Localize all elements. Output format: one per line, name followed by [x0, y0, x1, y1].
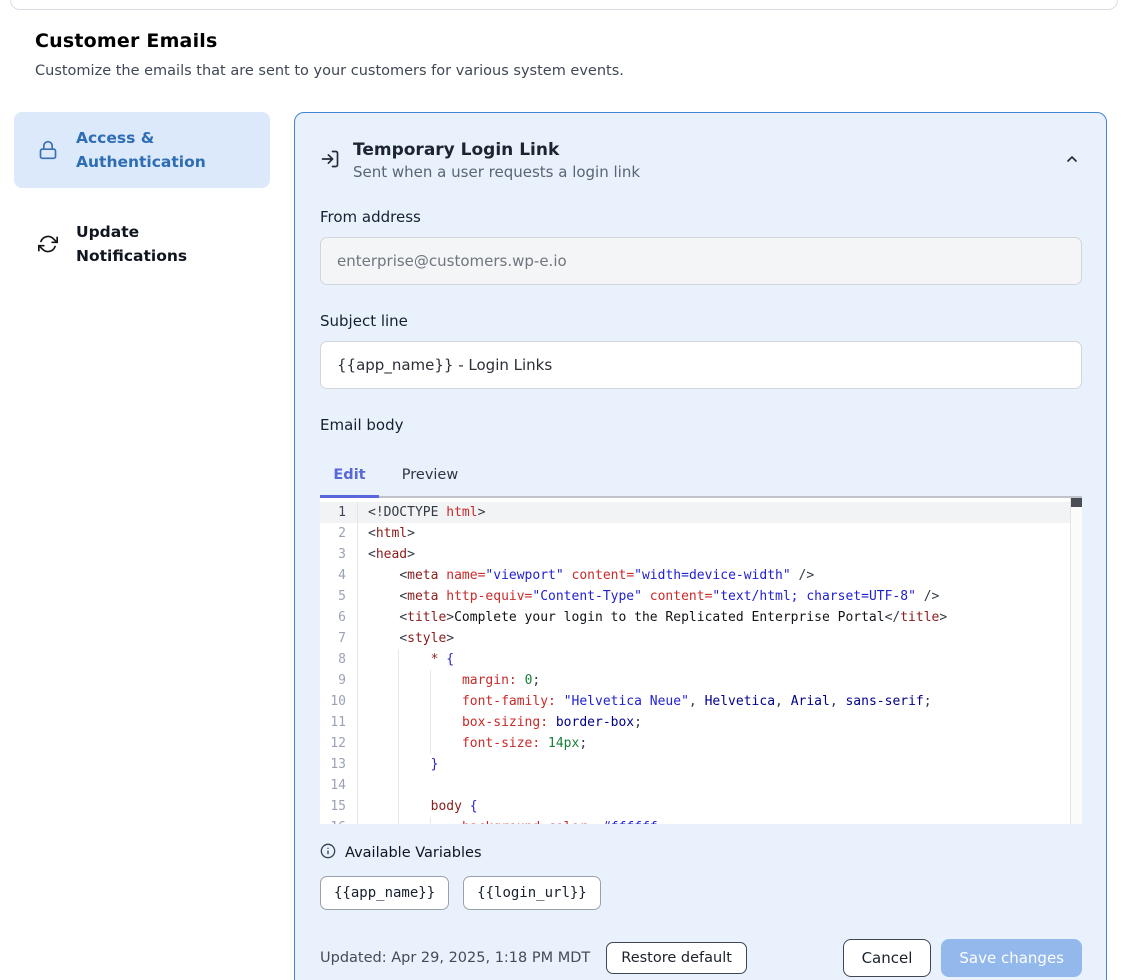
updated-timestamp: Updated: Apr 29, 2025, 1:18 PM MDT: [320, 950, 590, 966]
cancel-button[interactable]: Cancel: [843, 939, 932, 977]
code-line[interactable]: 11 box-sizing: border-box;: [320, 712, 1082, 733]
tab-preview[interactable]: Preview: [392, 458, 468, 496]
available-variables-header: Available Variables: [320, 843, 1082, 863]
email-settings-panel: Temporary Login Link Sent when a user re…: [294, 112, 1107, 980]
panel-subtitle: Sent when a user requests a login link: [353, 163, 1049, 181]
line-number: 15: [320, 796, 358, 817]
code-line[interactable]: 10 font-family: "Helvetica Neue", Helvet…: [320, 691, 1082, 712]
tab-edit[interactable]: Edit: [320, 458, 379, 496]
subject-line-label: Subject line: [320, 312, 1082, 330]
login-icon: [320, 149, 340, 173]
code-line-content: font-size: 14px;: [358, 733, 1082, 754]
code-line[interactable]: 7 <style>: [320, 628, 1082, 649]
from-address-input[interactable]: [320, 237, 1082, 285]
line-number: 6: [320, 607, 358, 628]
page-title: Customer Emails: [35, 30, 1093, 52]
code-line[interactable]: 9 margin: 0;: [320, 670, 1082, 691]
code-line[interactable]: 12 font-size: 14px;: [320, 733, 1082, 754]
from-address-label: From address: [320, 208, 1082, 226]
available-variables-label: Available Variables: [345, 845, 482, 861]
code-line-content: background-color: #ffffff;: [358, 817, 1082, 824]
sidebar-item-access-authentication[interactable]: Access & Authentication: [14, 112, 270, 188]
line-number: 10: [320, 691, 358, 712]
code-line[interactable]: 3<head>: [320, 544, 1082, 565]
sidebar-item-label: Update Notifications: [76, 220, 252, 268]
email-body-label: Email body: [320, 416, 1082, 434]
code-line-content: * {: [358, 649, 1082, 670]
page-subtitle: Customize the emails that are sent to yo…: [35, 63, 1093, 79]
panel-header: Temporary Login Link Sent when a user re…: [320, 140, 1082, 181]
content-area: Access & Authentication Update Notificat…: [0, 112, 1128, 980]
code-line[interactable]: 15 body {: [320, 796, 1082, 817]
code-line[interactable]: 8 * {: [320, 649, 1082, 670]
line-number: 1: [320, 502, 358, 523]
code-line-content: }: [358, 754, 1082, 775]
chevron-up-icon: [1064, 155, 1080, 170]
editor-scrollbar-thumb[interactable]: [1071, 498, 1082, 507]
line-number: 12: [320, 733, 358, 754]
code-line-content: body {: [358, 796, 1082, 817]
code-line[interactable]: 14: [320, 775, 1082, 796]
line-number: 4: [320, 565, 358, 586]
line-number: 8: [320, 649, 358, 670]
line-number: 14: [320, 775, 358, 796]
panel-title: Temporary Login Link: [353, 140, 1049, 160]
subject-line-input[interactable]: [320, 341, 1082, 389]
panel-footer: Updated: Apr 29, 2025, 1:18 PM MDT Resto…: [320, 939, 1082, 977]
code-line[interactable]: 13 }: [320, 754, 1082, 775]
line-number: 2: [320, 523, 358, 544]
code-line[interactable]: 4 <meta name="viewport" content="width=d…: [320, 565, 1082, 586]
sidebar-item-update-notifications[interactable]: Update Notifications: [14, 206, 270, 282]
line-number: 11: [320, 712, 358, 733]
collapse-button[interactable]: [1062, 149, 1082, 172]
code-line-content: <meta http-equiv="Content-Type" content=…: [358, 586, 1082, 607]
code-line-content: [358, 775, 1082, 796]
code-line-content: <meta name="viewport" content="width=dev…: [358, 565, 1082, 586]
page-header: Customer Emails Customize the emails tha…: [0, 0, 1128, 79]
variable-chip-login-url[interactable]: {{login_url}}: [463, 876, 601, 910]
line-number: 3: [320, 544, 358, 565]
code-line-content: margin: 0;: [358, 670, 1082, 691]
sidebar-item-label: Access & Authentication: [76, 126, 252, 174]
code-line[interactable]: 1<!DOCTYPE html>: [320, 502, 1082, 523]
line-number: 13: [320, 754, 358, 775]
code-line-content: font-family: "Helvetica Neue", Helvetica…: [358, 691, 1082, 712]
code-line-content: box-sizing: border-box;: [358, 712, 1082, 733]
code-editor-wrap: 1<!DOCTYPE html>2<html>3<head>4 <meta na…: [320, 496, 1082, 824]
save-changes-button[interactable]: Save changes: [941, 939, 1082, 977]
sidebar: Access & Authentication Update Notificat…: [14, 112, 270, 282]
restore-default-button[interactable]: Restore default: [606, 942, 747, 974]
editor-scrollbar[interactable]: [1070, 498, 1082, 824]
code-line[interactable]: 5 <meta http-equiv="Content-Type" conten…: [320, 586, 1082, 607]
editor-tabs: Edit Preview: [320, 458, 1082, 496]
code-line-content: <!DOCTYPE html>: [358, 502, 1082, 523]
code-line-content: <html>: [358, 523, 1082, 544]
variable-chips: {{app_name}} {{login_url}}: [320, 876, 1082, 910]
line-number: 5: [320, 586, 358, 607]
line-number: 9: [320, 670, 358, 691]
info-icon: [320, 843, 336, 863]
email-body-code-editor[interactable]: 1<!DOCTYPE html>2<html>3<head>4 <meta na…: [320, 498, 1082, 824]
previous-card-bottom-edge: [10, 0, 1118, 10]
panel-header-text: Temporary Login Link Sent when a user re…: [353, 140, 1049, 181]
code-line[interactable]: 2<html>: [320, 523, 1082, 544]
refresh-icon: [38, 234, 58, 254]
line-number: 7: [320, 628, 358, 649]
line-number: 16: [320, 817, 358, 824]
code-line[interactable]: 6 <title>Complete your login to the Repl…: [320, 607, 1082, 628]
code-line-content: <title>Complete your login to the Replic…: [358, 607, 1082, 628]
code-line-content: <head>: [358, 544, 1082, 565]
code-line[interactable]: 16 background-color: #ffffff;: [320, 817, 1082, 824]
variable-chip-app-name[interactable]: {{app_name}}: [320, 876, 449, 910]
code-line-content: <style>: [358, 628, 1082, 649]
lock-icon: [38, 140, 58, 160]
